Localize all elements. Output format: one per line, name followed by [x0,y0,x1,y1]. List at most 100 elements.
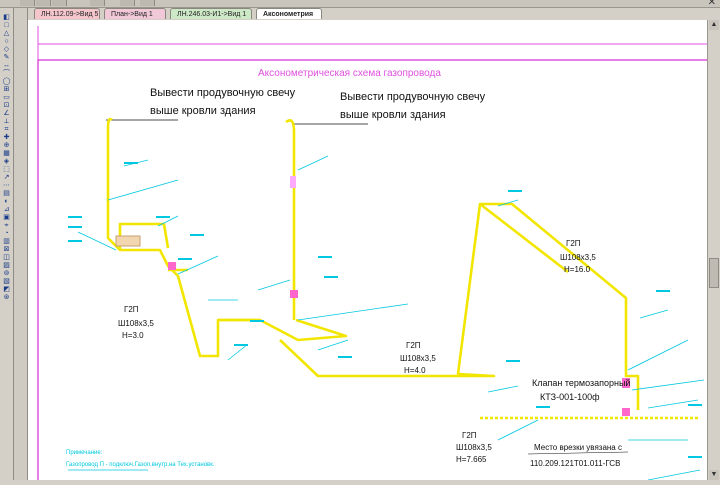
note-vent-1-line2: выше кровли здания [150,105,256,117]
dimension-tick [688,404,702,406]
scroll-up-arrow-icon[interactable]: ▲ [709,20,719,30]
vertical-scrollbar[interactable]: ▲ ▼ [707,20,720,480]
tab-label: ЛН.112.09->Вид 5 [41,11,99,18]
tool-icon[interactable]: ◧ [2,14,11,22]
close-icon[interactable]: ✕ [708,0,716,8]
tool-icon[interactable]: ▦ [2,150,11,158]
tool-icon[interactable]: ▧ [2,278,11,286]
pipe3-height: H=16.0 [564,265,591,274]
dimension-tick [178,258,192,260]
pipe2-size: Ш108х3,5 [400,354,436,363]
dimension-line [297,303,409,321]
tool-icon[interactable]: ◯ [2,78,11,86]
valve-marker [168,262,176,270]
toolbar-button[interactable] [20,0,35,6]
dimension-line [107,179,179,201]
dimension-tick [506,360,520,362]
dimension-line [297,155,329,171]
toolbar-button[interactable] [90,0,105,6]
dimension-tick [190,234,204,236]
dimension-line [639,309,669,319]
pipe2-height: H=4.0 [404,366,426,375]
dimension-tick [536,406,550,408]
tool-icon[interactable]: ⟂ [2,118,11,126]
tool-icon[interactable]: ▤ [2,190,11,198]
dimension-ticks [68,162,702,458]
pipe4-height: H=7.665 [456,455,487,464]
tool-icon[interactable]: ⌗ [2,126,11,134]
dimension-tick [250,320,264,322]
tool-icon[interactable]: ⊞ [2,86,11,94]
tiein-label-line2: 110.209.121Т01.011-ГСВ [530,459,620,468]
tool-icon[interactable]: ◐ [2,198,11,206]
tab-vid5[interactable]: ЛН.112.09->Вид 5 [34,8,100,19]
tab-vid1[interactable]: ЛН.246.03-И1->Вид 1 [170,8,252,19]
tool-icon[interactable]: ◇ [2,46,11,54]
tool-icon[interactable]: ⊠ [2,246,11,254]
gas-pipeline [106,117,698,420]
tool-icon[interactable]: ⋯ [2,182,11,190]
dimension-tick [688,456,702,458]
dimension-lines [68,155,705,481]
left-toolbar: ◧ □ △ ○ ◇ ✎ ↔ ⌒ ◯ ⊞ ▭ ⊡ ∠ ⟂ ⌗ ✚ ⊕ ▦ ◈ ⬚ ↗ ⋯ ▤ ◐ ⊿ ▣ ⌖ ◔ ▥ ⊠ ◫ ▨ ⊚ ▧ ◩ ⊛ [0,8,14,480]
tab-plan[interactable]: План->Вид 1 [104,8,166,19]
tool-icon[interactable]: ▥ [2,238,11,246]
tool-icon[interactable]: ∠ [2,110,11,118]
tab-axonometry[interactable]: Аксонометрия [256,8,322,19]
tool-icon[interactable]: ✎ [2,54,11,62]
dimension-line [631,379,705,391]
tool-icon[interactable]: ⊚ [2,270,11,278]
tiein-label-line1: Место врезки увязана с [534,443,622,452]
tool-icon[interactable]: △ [2,30,11,38]
tool-icon[interactable]: □ [2,22,11,30]
tool-icon[interactable]: ◫ [2,254,11,262]
scrollbar-thumb[interactable] [709,258,719,288]
tool-icon[interactable]: ⊿ [2,206,11,214]
tool-icon[interactable]: ▨ [2,262,11,270]
dimension-tick [156,216,170,218]
note-vent-1-line1: Вывести продувочную свечу [150,87,296,99]
toolbar-button[interactable] [120,0,135,6]
tool-icon[interactable]: ✚ [2,134,11,142]
tool-icon[interactable]: ◔ [2,230,11,238]
dimension-tick [318,256,332,258]
tool-icon[interactable]: ⊛ [2,294,11,302]
tool-icon[interactable]: ○ [2,38,11,46]
vent-cap-1 [106,117,113,129]
pipe4-name: Г2П [462,431,477,440]
scroll-down-arrow-icon[interactable]: ▼ [709,470,719,480]
dimension-line [317,339,349,351]
pipe1-size: Ш108х3,5 [118,319,154,328]
tool-icon[interactable]: ⬚ [2,166,11,174]
dimension-tick [68,216,82,218]
footnote-line2: Газопровод П - подключ.Газоп.внутр.на Те… [66,462,215,468]
tool-icon[interactable]: ⌒ [2,70,11,78]
drawing-svg: Аксонометрическая схема газопровода Выве… [37,26,719,485]
pipe3-size: Ш108х3,5 [560,253,596,262]
tool-icon[interactable]: ▭ [2,94,11,102]
valve-marker [622,408,630,416]
toolbar-button[interactable] [52,0,67,6]
dimension-tick [656,290,670,292]
tool-icon[interactable]: ◩ [2,286,11,294]
tab-label: Аксонометрия [263,11,314,18]
drawing-canvas[interactable]: Аксонометрическая схема газопровода Выве… [28,20,719,485]
toolbar-button[interactable] [140,0,155,6]
tool-icon[interactable]: ↔ [2,62,11,70]
dimension-line [647,469,701,481]
note-vent-2-line1: Вывести продувочную свечу [340,91,486,103]
tool-icon[interactable]: ⊕ [2,142,11,150]
tab-label: ЛН.246.03-И1->Вид 1 [177,11,247,18]
dimension-tick [324,276,338,278]
tab-label: План->Вид 1 [111,11,153,18]
toolbar-button[interactable] [36,0,51,6]
dimension-tick [338,356,352,358]
tool-icon[interactable]: ⌖ [2,222,11,230]
tool-icon[interactable]: ▣ [2,214,11,222]
tool-icon[interactable]: ↗ [2,174,11,182]
pipe3-name: Г2П [566,239,581,248]
tool-icon[interactable]: ⊡ [2,102,11,110]
dimension-line [257,279,291,291]
valve-label-line2: КТЗ-001-100ф [540,392,600,402]
tool-icon[interactable]: ◈ [2,158,11,166]
